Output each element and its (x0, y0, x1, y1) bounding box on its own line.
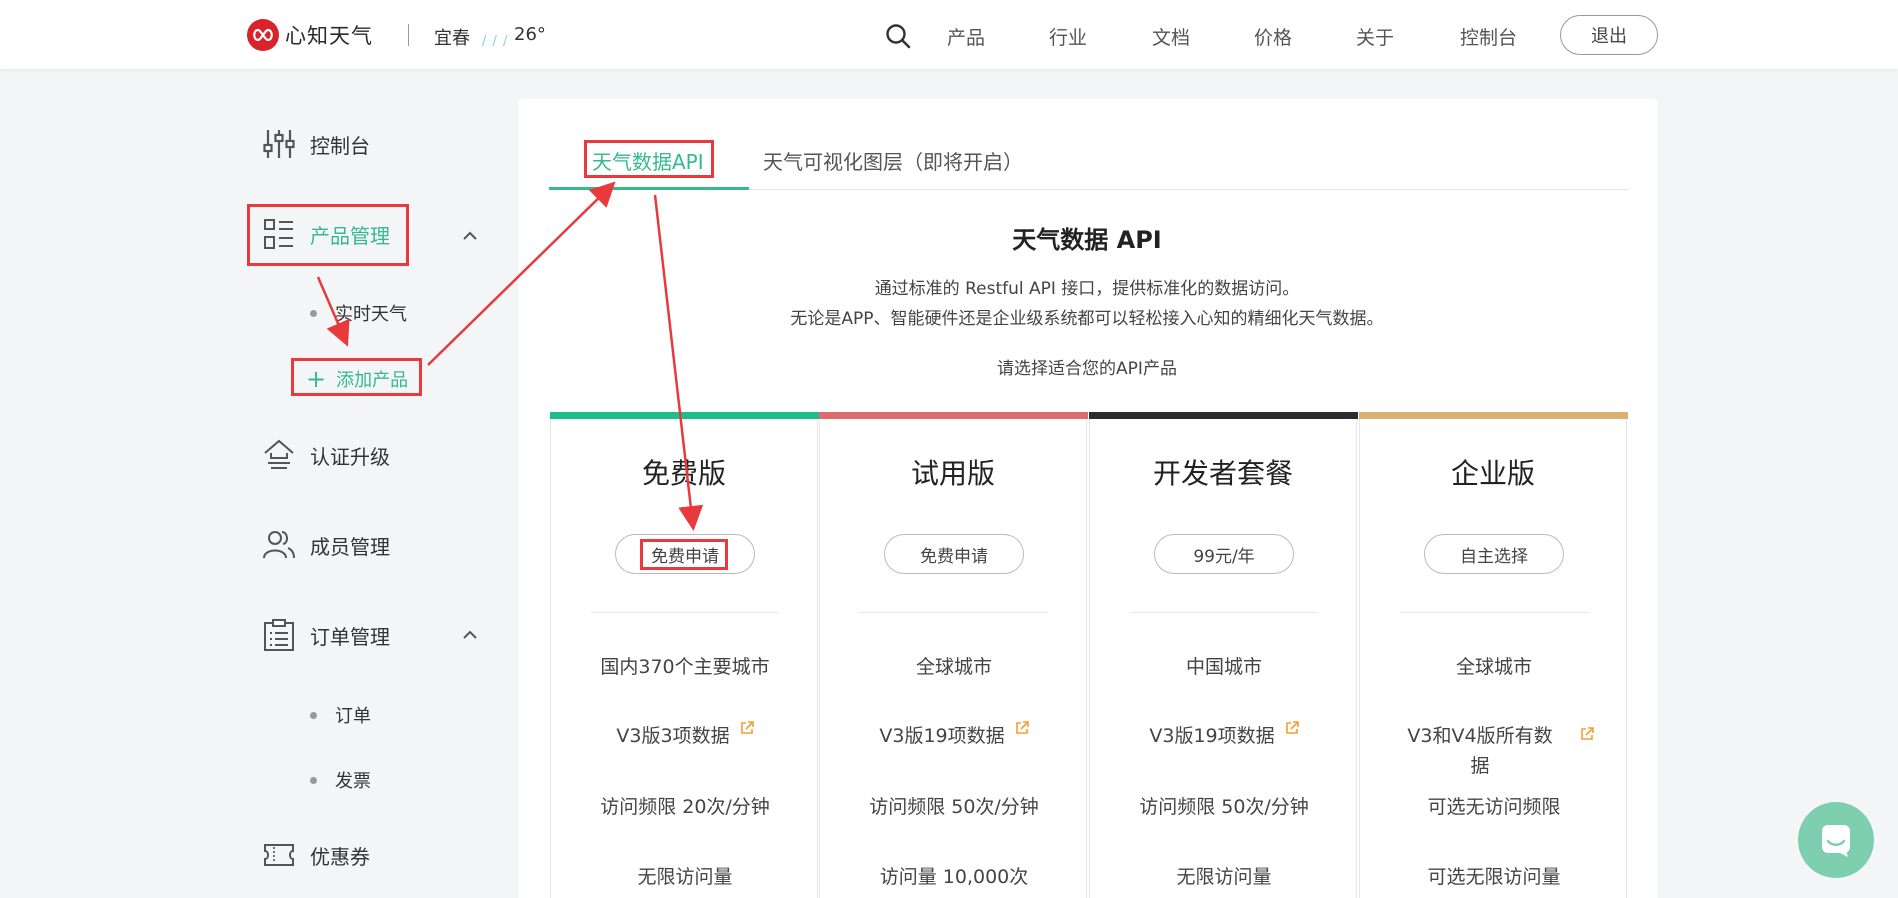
plan-feature-data: V3版19项数据 (1110, 721, 1338, 751)
plan-card-enterprise: 企业版 自主选择 全球城市 V3和V4版所有数据 可选无访问频限 可选无限访问量 (1359, 412, 1628, 898)
plan-name: 免费版 (641, 457, 726, 490)
plan-card-free: 免费版 免费申请 国内370个主要城市 V3版3项数据 访问频限 20次/分钟 … (550, 412, 819, 898)
plan-name: 开发者套餐 (1152, 457, 1293, 490)
users-icon (263, 531, 295, 559)
plan-feature-data: V3版3项数据 (571, 721, 799, 751)
plan-choose-button[interactable]: 自主选择 (1424, 534, 1564, 574)
plan-feature-data-text: V3版19项数据 (879, 725, 1005, 747)
sidebar-label-console: 控制台 (310, 133, 370, 158)
nav-console[interactable]: 控制台 (1460, 23, 1517, 50)
header-divider (408, 24, 409, 46)
plan-color-bar (1089, 412, 1358, 419)
sidebar-label-coupon: 优惠券 (310, 844, 370, 869)
external-link-icon[interactable] (1580, 727, 1594, 741)
plan-feature-cities: 全球城市 (915, 656, 992, 678)
plan-name: 企业版 (1450, 457, 1535, 490)
upgrade-arrow-icon (264, 439, 294, 469)
logo-text: 心知天气 (285, 24, 373, 48)
plan-feature-cities: 国内370个主要城市 (600, 656, 770, 678)
plan-feature-cities: 全球城市 (1455, 656, 1532, 678)
plan-divider (1400, 612, 1588, 613)
bullet-dot (310, 776, 317, 784)
external-link-icon[interactable] (740, 721, 754, 735)
plan-card-developer: 开发者套餐 99元/年 中国城市 V3版19项数据 访问频限 50次/分钟 无限… (1089, 412, 1358, 898)
chat-icon (1822, 825, 1850, 857)
api-select-prompt: 请选择适合您的API产品 (997, 359, 1177, 379)
sidebar-sublabel-invoice: 发票 (335, 771, 371, 792)
sidebar-item-coupon[interactable]: 优惠券 (262, 838, 370, 872)
plan-feature-data-text: V3版3项数据 (616, 725, 730, 747)
plan-divider (860, 612, 1048, 613)
plan-feature-rate: 可选无访问频限 (1427, 796, 1561, 818)
sidebar-item-order-mgmt[interactable]: 订单管理 (262, 618, 390, 652)
sidebar-label-orders: 订单管理 (310, 624, 390, 649)
plan-name: 试用版 (910, 457, 995, 490)
sidebar-item-cert-upgrade[interactable]: 认证升级 (262, 438, 390, 472)
plan-color-bar (819, 412, 1088, 419)
ticket-icon (264, 844, 294, 866)
sidebar-item-console[interactable]: 控制台 (262, 127, 370, 161)
sidebar-item-member-mgmt[interactable]: 成员管理 (262, 528, 390, 562)
external-link-icon[interactable] (1285, 721, 1299, 735)
logo-icon (247, 19, 279, 51)
plan-color-bar (1359, 412, 1628, 419)
rain-icon: / / / (482, 34, 509, 49)
annotation-box-weather-api-tab (584, 140, 714, 178)
bullet-dot (310, 711, 317, 719)
plan-feature-data: V3版19项数据 (840, 721, 1068, 751)
plan-price-button[interactable]: 99元/年 (1154, 534, 1294, 574)
plan-apply-button[interactable]: 免费申请 (884, 534, 1024, 574)
nav-pricing[interactable]: 价格 (1254, 23, 1292, 50)
clipboard-list-icon (264, 619, 294, 651)
api-description-1: 通过标准的 Restful API 接口，提供标准化的数据访问。 (874, 279, 1300, 299)
tab-active-indicator (549, 187, 749, 190)
plan-feature-volume: 可选无限访问量 (1427, 866, 1561, 888)
sidebar-subitem-invoice[interactable]: 发票 (310, 767, 371, 793)
plan-divider (1130, 612, 1318, 613)
annotation-box-add-product (291, 358, 422, 396)
nav-docs[interactable]: 文档 (1152, 23, 1190, 50)
plan-feature-data-text: V3版19项数据 (1149, 725, 1275, 747)
chat-support-button[interactable] (1798, 802, 1874, 878)
plan-color-bar (550, 412, 819, 419)
sidebar-sublabel-orders: 订单 (335, 706, 371, 727)
sidebar-subitem-orders[interactable]: 订单 (310, 702, 371, 728)
annotation-box-free-apply (640, 539, 728, 570)
nav-about[interactable]: 关于 (1356, 23, 1394, 50)
sidebar-label-members: 成员管理 (310, 534, 390, 559)
plan-feature-rate: 访问频限 50次/分钟 (1139, 796, 1309, 818)
plan-feature-volume: 无限访问量 (1176, 866, 1272, 888)
plan-divider (591, 612, 779, 613)
plan-feature-data: V3和V4版所有数据 (1400, 721, 1560, 781)
external-link-icon[interactable] (1015, 721, 1029, 735)
sliders-icon (263, 130, 295, 158)
tab-visual-layer[interactable]: 天气可视化图层（即将开启） (763, 146, 1023, 175)
api-description-2: 无论是APP、智能硬件还是企业级系统都可以轻松接入心知的精细化天气数据。 (790, 309, 1384, 329)
plan-feature-rate: 访问频限 20次/分钟 (600, 796, 770, 818)
logout-button[interactable]: 退出 (1560, 15, 1658, 55)
plan-feature-data-text: V3和V4版所有数据 (1407, 725, 1553, 777)
sidebar-label-cert: 认证升级 (310, 444, 390, 469)
chevron-up-icon[interactable] (460, 625, 480, 645)
temperature: 26° (514, 24, 546, 45)
top-header: 心知天气 宜春 / / / 26° 产品 行业 文档 价格 关于 控制台 退出 (0, 0, 1898, 69)
plan-feature-rate: 访问频限 50次/分钟 (869, 796, 1039, 818)
annotation-box-product-mgmt (247, 204, 409, 266)
plan-card-trial: 试用版 免费申请 全球城市 V3版19项数据 访问频限 50次/分钟 访问量 1… (819, 412, 1088, 898)
plan-feature-cities: 中国城市 (1185, 656, 1262, 678)
plan-feature-volume: 访问量 10,000次 (879, 866, 1029, 888)
city-name[interactable]: 宜春 (434, 24, 470, 50)
logo[interactable]: 心知天气 (247, 19, 373, 51)
nav-industry[interactable]: 行业 (1049, 23, 1087, 50)
plan-feature-volume: 无限访问量 (637, 866, 733, 888)
search-icon[interactable] (884, 22, 912, 50)
nav-products[interactable]: 产品 (947, 23, 985, 50)
